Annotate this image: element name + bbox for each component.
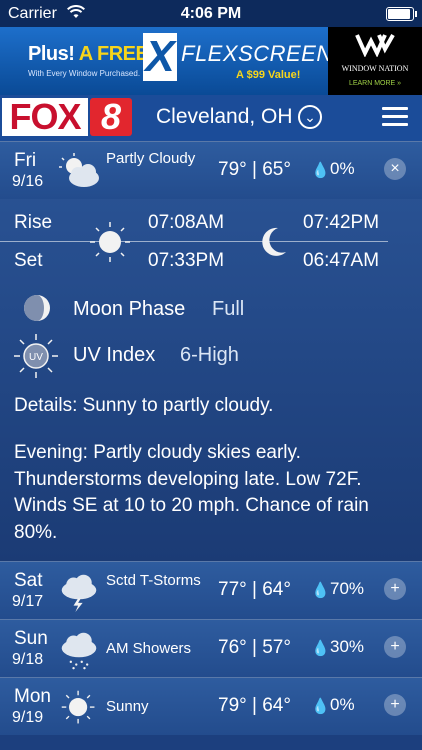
forecast-row[interactable]: Mon 9/19 Sunny 79° | 64° 💧 0% +: [0, 677, 422, 735]
moonrise-time: 07:42PM: [303, 212, 380, 233]
condition: Sctd T-Storms: [106, 572, 201, 589]
condition: Partly Cloudy: [106, 150, 196, 167]
uv-index-label: UV Index: [73, 344, 156, 366]
forecast-row[interactable]: Sat 9/17 Sctd T-Storms 77° | 64° 💧 70% +: [0, 561, 422, 619]
battery-icon: [386, 7, 417, 21]
moon-icon: [262, 227, 286, 256]
day-name: Fri: [14, 150, 37, 171]
temperatures: 79° | 65°: [218, 159, 291, 180]
sunrise-time: 07:08AM: [148, 212, 225, 233]
evening-text: Evening: Partly cloudy skies early. Thun…: [14, 442, 369, 543]
temperatures: 79° | 64°: [218, 695, 291, 716]
day-date: 9/17: [12, 593, 44, 610]
ad-partner-name: WINDOW NATION: [341, 64, 409, 73]
flexscreen-logo-icon: X: [143, 33, 177, 81]
ad-subtext: With Every Window Purchased.: [28, 69, 141, 78]
horizon-divider: [0, 241, 388, 242]
status-bar: Carrier 4:06 PM: [0, 0, 422, 27]
temperatures: 77° | 64°: [218, 579, 291, 600]
moon-phase-icon: [24, 295, 50, 321]
window-nation-logo-icon: [328, 31, 422, 64]
precip-chance: 0%: [330, 695, 355, 714]
ad-value: A $99 Value!: [236, 69, 301, 81]
location-selector[interactable]: Cleveland, OH: [156, 105, 293, 129]
plus-icon[interactable]: +: [384, 636, 406, 658]
precip-chance: 70%: [330, 579, 365, 598]
day-name: Sat: [14, 570, 43, 591]
rise-label: Rise: [14, 212, 53, 233]
ad-brand: FLEXSCREEN: [181, 41, 333, 66]
channel-8-logo: 8: [90, 98, 132, 136]
ad-headline: Plus! A FREE: [28, 43, 149, 65]
forecast-row[interactable]: Sun 9/18 AM Showers 76° | 57° 💧 30% +: [0, 619, 422, 677]
moonset-time: 06:47AM: [303, 250, 380, 271]
moon-phase-label: Moon Phase: [73, 298, 186, 320]
app-header: FOX 8 Cleveland, OH ⌄: [0, 95, 422, 141]
fox-logo: FOX: [2, 98, 88, 136]
ad-window-nation[interactable]: WINDOW NATION LEARN MORE »: [328, 27, 422, 95]
sunset-time: 07:33PM: [148, 250, 225, 271]
partly-cloudy-icon: [59, 153, 99, 187]
svg-text:UV: UV: [29, 352, 43, 363]
ad-flexscreen[interactable]: Plus! A FREE With Every Window Purchased…: [0, 27, 332, 95]
set-label: Set: [14, 250, 43, 271]
condition: AM Showers: [106, 640, 192, 657]
raindrop-icon: 💧: [311, 640, 330, 657]
hamburger-menu-icon[interactable]: [382, 107, 408, 127]
day-date: 9/18: [12, 651, 44, 668]
thunderstorm-icon: [61, 574, 97, 612]
day-date: 9/19: [12, 709, 44, 726]
temperatures: 76° | 57°: [218, 637, 291, 658]
raindrop-icon: 💧: [311, 582, 330, 599]
day-name: Sun: [14, 628, 48, 649]
chevron-down-icon[interactable]: ⌄: [298, 105, 322, 129]
day-name: Mon: [14, 686, 51, 707]
clock: 4:06 PM: [180, 5, 242, 22]
moon-phase-value: Full: [212, 298, 245, 320]
plus-icon[interactable]: +: [384, 578, 406, 600]
showers-icon: [61, 632, 97, 670]
close-icon[interactable]: ×: [384, 158, 406, 180]
condition: Sunny: [106, 698, 149, 715]
uv-icon: UV: [14, 334, 58, 378]
ad-learn-more[interactable]: LEARN MORE »: [328, 80, 422, 87]
today-row[interactable]: Fri 9/16 Partly Cloudy 79° | 65° 💧 0% ×: [0, 141, 422, 199]
raindrop-icon: 💧: [311, 698, 330, 715]
plus-icon[interactable]: +: [384, 694, 406, 716]
day-date: 9/16: [12, 173, 44, 190]
precip-chance: 0%: [330, 159, 355, 178]
sun-icon: [90, 222, 130, 262]
details-text: Details: Sunny to partly cloudy.: [14, 395, 274, 416]
precip-chance: 30%: [330, 637, 365, 656]
uv-index-value: 6-High: [180, 344, 239, 366]
sun-icon: [61, 690, 95, 724]
ad-banner[interactable]: Plus! A FREE With Every Window Purchased…: [0, 27, 422, 95]
raindrop-icon: 💧: [311, 162, 330, 179]
